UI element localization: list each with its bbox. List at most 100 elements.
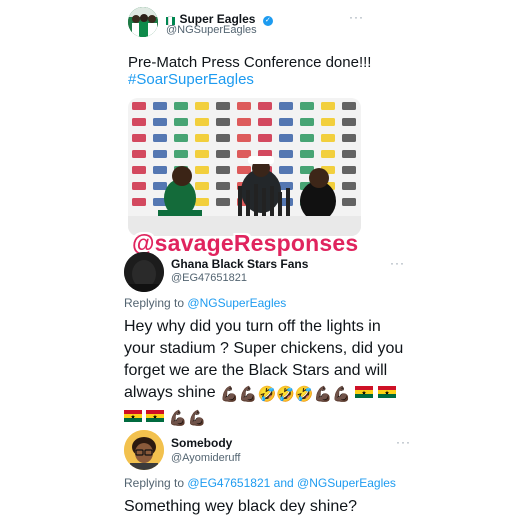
sponsor-logo-tile xyxy=(258,134,272,142)
tweet1-more-options-icon[interactable]: ··· xyxy=(349,10,364,24)
flexed-biceps-emoji-icon: 💪🏿 xyxy=(238,386,258,403)
reply1-line4: always shine 💪🏿💪🏿🤣🤣🤣💪🏿💪🏿 xyxy=(124,382,424,404)
ghana-flag-icon xyxy=(124,407,142,422)
sponsor-logo-tile xyxy=(258,102,272,110)
sponsor-logo-tile xyxy=(321,102,335,110)
reply1-line1: Hey why did you turn off the lights in xyxy=(124,318,381,335)
reply1-author-handle[interactable]: @EG47651821 xyxy=(171,272,247,284)
sponsor-logo-tile xyxy=(237,150,251,158)
flexed-biceps-emoji-icon: 💪🏿 xyxy=(220,386,239,403)
sponsor-logo-tile xyxy=(132,182,146,190)
reply2-author-handle[interactable]: @Ayomideruff xyxy=(171,452,240,464)
sponsor-logo-tile xyxy=(195,102,209,110)
reply1-more-options-icon[interactable]: ··· xyxy=(390,256,405,270)
rofl-emoji-icon: 🤣 xyxy=(257,386,277,403)
flexed-biceps-emoji-icon: 💪🏿 xyxy=(313,386,333,403)
sponsor-logo-tile xyxy=(321,118,335,126)
press-conference-image xyxy=(128,98,361,236)
rofl-emoji-icon: 🤣 xyxy=(294,386,314,403)
sponsor-logo-tile xyxy=(279,118,293,126)
flexed-biceps-emoji-icon: 💪🏿 xyxy=(168,410,188,427)
sponsor-logo-tile xyxy=(174,150,188,158)
sponsor-logo-tile xyxy=(342,150,356,158)
watermark-text: @savageResponses xyxy=(132,230,359,256)
reply2-replying-to: Replying to @EG47651821 and @NGSuperEagl… xyxy=(124,476,396,490)
sponsor-logo-tile xyxy=(300,134,314,142)
sponsor-logo-tile xyxy=(132,102,146,110)
replying-to-mention[interactable]: @EG47651821 xyxy=(187,476,270,490)
sponsor-logo-tile xyxy=(132,198,146,206)
reply1-line4-text: always shine xyxy=(124,384,216,401)
sponsor-logo-tile xyxy=(300,150,314,158)
sponsor-logo-tile xyxy=(279,166,293,174)
sponsor-logo-tile xyxy=(132,134,146,142)
sponsor-logo-tile xyxy=(342,102,356,110)
sponsor-logo-tile xyxy=(321,150,335,158)
sponsor-logo-tile xyxy=(195,134,209,142)
sponsor-logo-tile xyxy=(342,134,356,142)
tweet1-hashtag[interactable]: #SoarSuperEagles xyxy=(128,71,254,88)
sponsor-logo-tile xyxy=(342,198,356,206)
ghana-flag-icon xyxy=(377,383,396,398)
flexed-biceps-emoji-icon: 💪🏿 xyxy=(332,386,351,403)
sponsor-logo-tile xyxy=(342,182,356,190)
replying-to-mention[interactable]: @NGSuperEagles xyxy=(297,476,396,490)
sponsor-logo-tile xyxy=(321,134,335,142)
verified-badge-icon: ✓ xyxy=(262,16,273,26)
replying-to-mention[interactable]: @NGSuperEagles xyxy=(187,296,286,310)
sponsor-logo-tile xyxy=(216,150,230,158)
sponsor-logo-tile xyxy=(153,166,167,174)
sponsor-logo-tile xyxy=(132,118,146,126)
reply1-line2: your stadium ? Super chickens, did you xyxy=(124,340,404,357)
sponsor-logo-tile xyxy=(195,182,209,190)
sponsor-logo-tile xyxy=(195,166,209,174)
ghana-flag-icon xyxy=(355,383,374,398)
sponsor-logo-tile xyxy=(279,102,293,110)
reply2-more-options-icon[interactable]: ··· xyxy=(396,435,411,449)
reply1-line5: 💪🏿💪🏿 xyxy=(124,406,424,428)
sponsor-logo-tile xyxy=(342,166,356,174)
replying-to-and: and xyxy=(273,476,294,490)
sponsor-logo-tile xyxy=(153,150,167,158)
sponsor-logo-tile xyxy=(216,102,230,110)
reply2-text: Something wey black dey shine? xyxy=(124,498,358,515)
sponsor-logo-tile xyxy=(216,118,230,126)
super-eagles-avatar[interactable] xyxy=(128,7,158,37)
sponsor-logo-tile xyxy=(237,102,251,110)
sponsor-logo-tile xyxy=(132,166,146,174)
sponsor-logo-tile xyxy=(237,166,251,174)
sponsor-logo-tile xyxy=(153,102,167,110)
ghana-fans-avatar[interactable] xyxy=(124,252,164,292)
sponsor-logo-tile xyxy=(195,198,209,206)
sponsor-logo-tile xyxy=(153,182,167,190)
sponsor-logo-tile xyxy=(174,102,188,110)
reply1-text: Hey why did you turn off the lights in y… xyxy=(124,316,424,428)
reply1-line3: forget we are the Black Stars and will xyxy=(124,362,388,379)
rofl-emoji-icon: 🤣 xyxy=(276,386,295,403)
sponsor-logo-tile xyxy=(195,150,209,158)
press-conference-photo[interactable] xyxy=(128,98,361,236)
replying-to-prefix: Replying to xyxy=(124,476,185,490)
sponsor-logo-tile xyxy=(174,118,188,126)
sponsor-logo-tile xyxy=(342,118,356,126)
replying-to-prefix: Replying to xyxy=(124,296,185,310)
sponsor-logo-tile xyxy=(237,118,251,126)
sponsor-logo-tile xyxy=(216,182,230,190)
sponsor-logo-tile xyxy=(216,134,230,142)
sponsor-logo-tile xyxy=(195,118,209,126)
sponsor-logo-tile xyxy=(216,198,230,206)
reply2-author-name[interactable]: Somebody xyxy=(171,436,232,450)
tweet1-author-handle[interactable]: @NGSuperEagles xyxy=(166,24,257,36)
sponsor-logo-tile xyxy=(300,102,314,110)
sponsor-logo-tile xyxy=(279,134,293,142)
somebody-avatar[interactable] xyxy=(124,430,164,470)
sponsor-logo-tile xyxy=(279,150,293,158)
reply1-author-name[interactable]: Ghana Black Stars Fans xyxy=(171,257,308,271)
sponsor-logo-tile xyxy=(300,118,314,126)
ghana-flag-icon xyxy=(146,407,165,422)
sponsor-logo-tile xyxy=(132,150,146,158)
sponsor-logo-tile xyxy=(258,118,272,126)
tweet1-text: Pre-Match Press Conference done!!! xyxy=(128,54,372,71)
sponsor-logo-tile xyxy=(153,118,167,126)
sponsor-logo-tile xyxy=(237,134,251,142)
